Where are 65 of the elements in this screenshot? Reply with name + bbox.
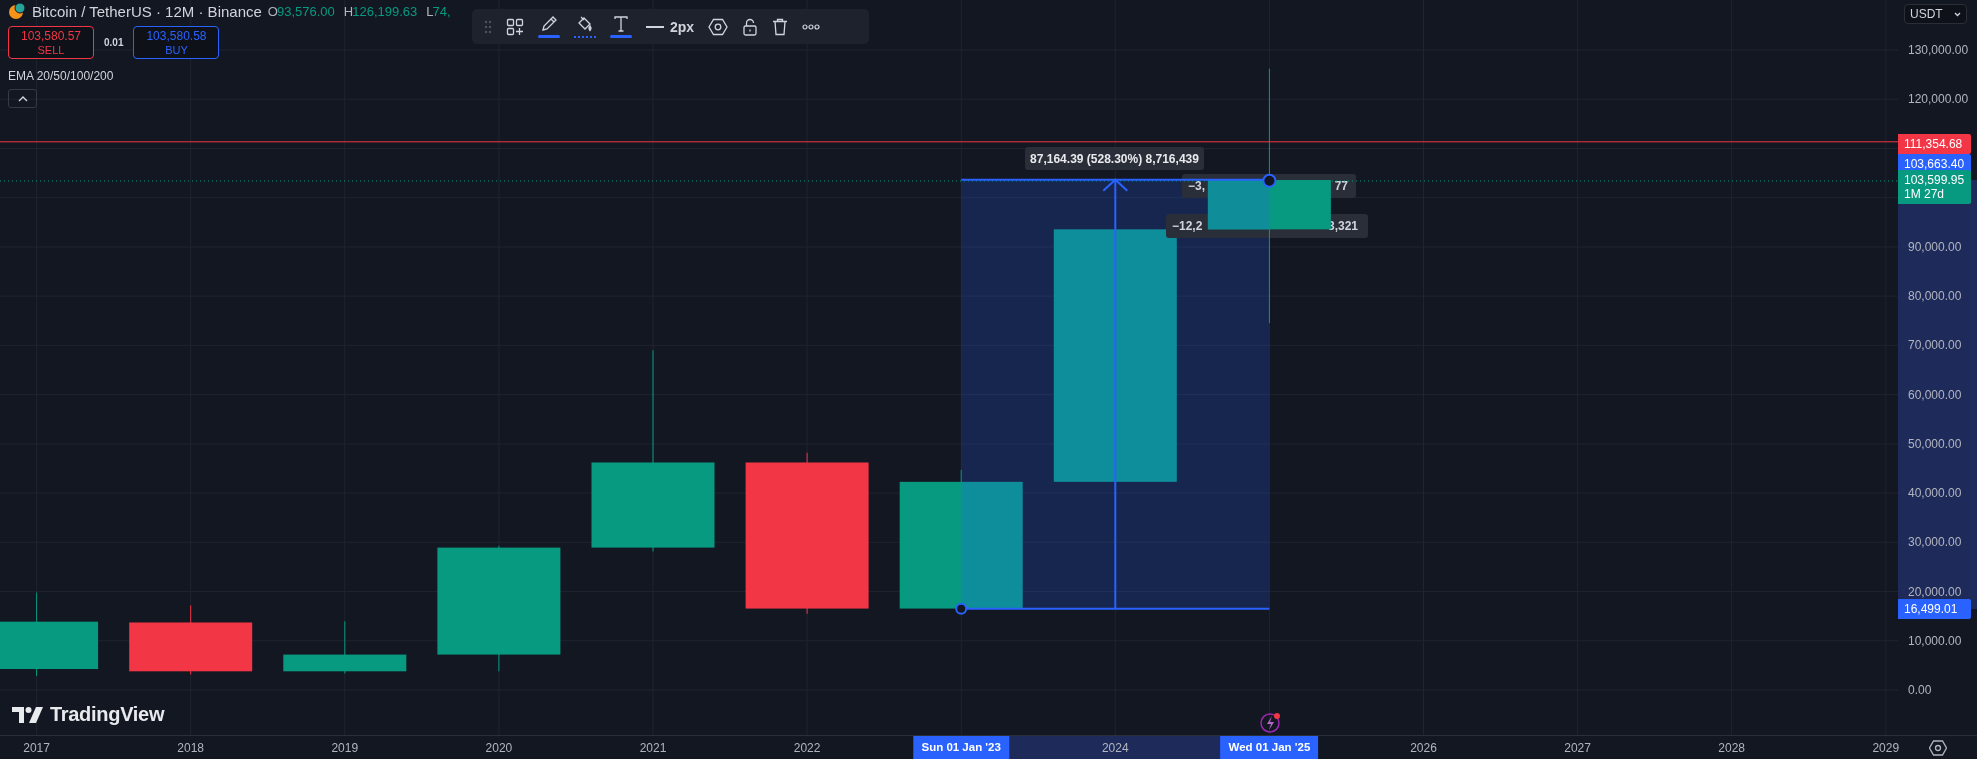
price-tick: 70,000.00	[1908, 338, 1962, 353]
unlock-button[interactable]	[742, 17, 759, 36]
spread-value: 0.01	[104, 37, 124, 48]
drag-handle[interactable]	[955, 602, 968, 615]
caret-icon	[1954, 11, 1961, 17]
lightning-icon[interactable]	[1260, 713, 1280, 733]
fill-button[interactable]	[574, 15, 596, 38]
price-label: 103,599.95 1M 27d	[1898, 170, 1971, 204]
time-tick: 2022	[793, 741, 821, 755]
time-tick: 2027	[1564, 741, 1591, 755]
pencil-button[interactable]	[538, 15, 560, 38]
price-label: 16,499.01	[1898, 599, 1971, 619]
ohlc-key: L	[426, 3, 434, 19]
price-tick: 20,000.00	[1908, 584, 1962, 599]
time-tick: 2021	[639, 741, 667, 755]
time-tick: 2020	[485, 741, 513, 755]
delete-button[interactable]	[772, 17, 789, 36]
date-label: Wed 01 Jan '25	[1220, 736, 1319, 759]
measure-label: 3,321	[1327, 219, 1358, 233]
time-tick: 2026	[1410, 741, 1437, 755]
price-tick: 40,000.00	[1908, 486, 1962, 501]
symbol-title[interactable]: Bitcoin / TetherUS · 12M · Binance	[32, 2, 262, 20]
price-tick: 10,000.00	[1908, 633, 1962, 648]
settings-icon[interactable]	[1928, 739, 1947, 756]
price-tick: 30,000.00	[1908, 535, 1962, 550]
add-template-button[interactable]	[506, 17, 524, 36]
drag-handle[interactable]	[1262, 173, 1277, 188]
time-tick: 2017	[23, 741, 50, 755]
indicator-label[interactable]: EMA 20/50/100/200	[8, 69, 454, 83]
more-button[interactable]	[802, 23, 821, 30]
price-tick: 130,000.00	[1908, 43, 1969, 57]
ohlc-value: 74,	[432, 3, 451, 19]
time-tick: 2029	[1872, 741, 1900, 755]
ohlc-key: H	[343, 3, 354, 19]
currency-dropdown[interactable]: USDT	[1904, 4, 1967, 24]
text-button[interactable]	[610, 15, 632, 38]
time-tick: 2019	[331, 741, 359, 755]
chevron-up-icon	[17, 95, 28, 102]
ohlc-value: 93,576.00	[276, 3, 335, 19]
measure-summary: 87,164.39 (528.30%) 8,716,439	[1025, 147, 1204, 170]
price-tick: 50,000.00	[1908, 436, 1962, 451]
date-label: Sun 01 Jan '23	[913, 736, 1009, 759]
drag-handle-icon[interactable]	[484, 19, 492, 34]
price-tick: 90,000.00	[1908, 239, 1962, 254]
price-tick: 80,000.00	[1908, 289, 1962, 304]
ohlc-key: O	[267, 3, 278, 19]
measure-label: −3,	[1188, 179, 1205, 193]
time-tick: 2028	[1718, 741, 1746, 755]
collapse-button[interactable]	[8, 89, 37, 108]
time-tick: 2018	[177, 741, 205, 755]
price-label: 111,354.68	[1898, 134, 1971, 154]
ohlc-value: 126,199.63	[352, 3, 418, 19]
price-tick: 120,000.00	[1908, 92, 1969, 107]
measure-label: 77	[1334, 179, 1348, 193]
buy-button[interactable]: 103,580.58 BUY	[133, 26, 220, 59]
price-tick: 60,000.00	[1908, 387, 1962, 402]
measure-label: −12,2	[1172, 219, 1203, 233]
sell-button[interactable]: 103,580.57 SELL	[8, 26, 94, 59]
settings-button[interactable]	[708, 17, 729, 36]
line-width-button[interactable]: 2px	[646, 18, 695, 35]
measure-area[interactable]	[961, 179, 1270, 609]
logo-text: TradingView	[50, 703, 165, 726]
logo-icon	[12, 705, 44, 724]
time-tick: 2024	[1101, 741, 1129, 755]
price-tick: 0.00	[1908, 683, 1932, 697]
